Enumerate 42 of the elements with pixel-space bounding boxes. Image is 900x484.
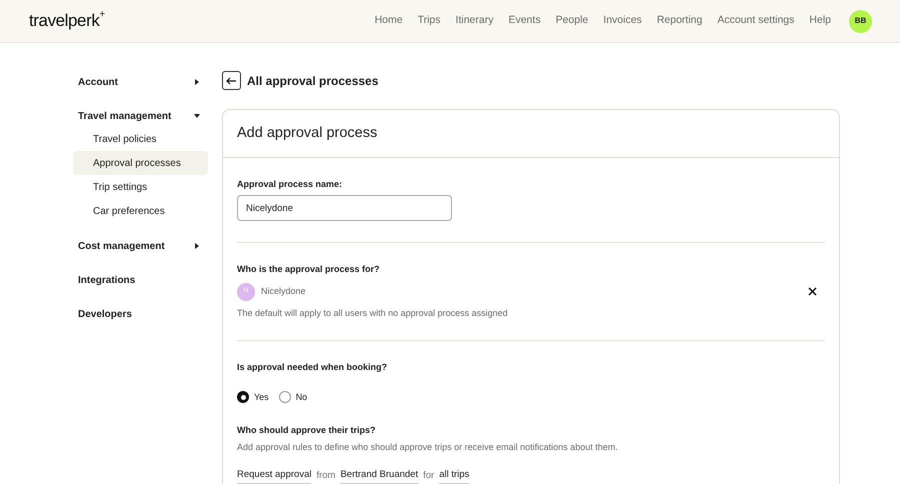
nav-link[interactable]: Events bbox=[508, 13, 541, 29]
nav-link[interactable]: Account settings bbox=[717, 13, 794, 29]
radio-button[interactable] bbox=[278, 391, 291, 404]
left-arrow-icon bbox=[226, 76, 237, 84]
radio-option[interactable]: Yes bbox=[237, 390, 269, 404]
note-text: The default will apply to all users with no approval process assigned bbox=[237, 306, 509, 320]
rule-dropdown[interactable]: Request approval bbox=[237, 468, 312, 484]
nav-link[interactable]: Itinerary bbox=[456, 13, 494, 29]
sidebar-section[interactable]: Travel management bbox=[73, 105, 208, 127]
sidebar-section[interactable]: Account bbox=[73, 71, 208, 93]
sidebar-item[interactable]: Travel policies bbox=[73, 127, 208, 151]
question: Who should approve their trips? bbox=[237, 424, 377, 437]
sidebar-item[interactable]: Trip settings bbox=[73, 175, 208, 199]
back-button[interactable] bbox=[222, 71, 241, 90]
page-title: All approval processes bbox=[247, 72, 378, 90]
logo[interactable]: travelperk+ bbox=[29, 10, 105, 32]
nav-link[interactable]: Invoices bbox=[603, 13, 642, 29]
rule-dropdown[interactable]: all trips bbox=[439, 468, 470, 484]
nav-link[interactable]: People bbox=[556, 13, 588, 29]
rule-connector: for bbox=[423, 469, 434, 483]
sidebar-section[interactable]: Cost management bbox=[73, 235, 208, 257]
question: Who is the approval process for? bbox=[237, 263, 381, 276]
sidebar-item[interactable]: Car preferences bbox=[73, 199, 208, 223]
nav-link[interactable]: Home bbox=[374, 13, 403, 29]
rule-connector: from bbox=[316, 469, 336, 483]
nav-link[interactable]: Reporting bbox=[656, 13, 702, 29]
nav-link[interactable]: Help bbox=[809, 13, 831, 29]
card-title: Add approval process bbox=[237, 124, 378, 143]
sidebar-section[interactable]: Integrations bbox=[73, 269, 208, 291]
field-label: Approval process name: bbox=[237, 178, 344, 191]
radio-button[interactable] bbox=[237, 391, 249, 404]
radio-option[interactable]: No bbox=[278, 390, 308, 404]
question: Is approval needed when booking? bbox=[237, 361, 388, 374]
description-text: Add approval rules to define who should approve trips or receive email notifications about them. bbox=[237, 440, 619, 454]
user-avatar[interactable]: BB bbox=[849, 10, 872, 32]
sidebar-section[interactable]: Developers bbox=[73, 303, 208, 325]
close-icon[interactable] bbox=[808, 287, 817, 296]
group-name: Nicelydone bbox=[261, 284, 306, 298]
rule-dropdown[interactable]: Bertrand Bruandet bbox=[340, 468, 418, 484]
name-field[interactable]: Nicelydone bbox=[237, 195, 452, 221]
sidebar-item[interactable]: Approval processes bbox=[73, 151, 208, 175]
nav-link[interactable]: Trips bbox=[418, 13, 441, 29]
